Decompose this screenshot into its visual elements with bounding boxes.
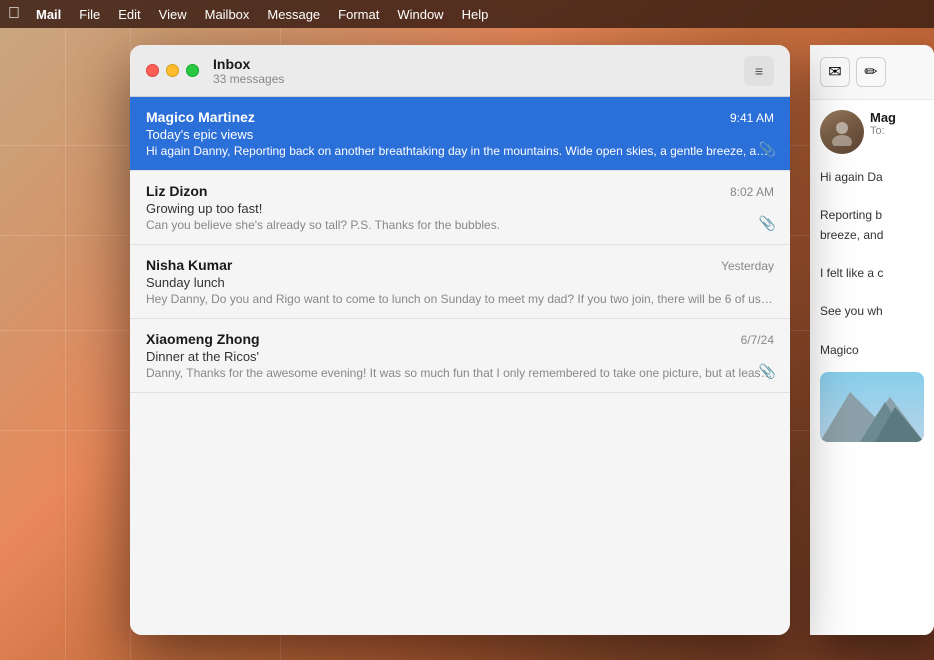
mail-window: Inbox 33 messages ≡ Magico Martinez 9:41…: [130, 45, 790, 635]
email-subject-1: Today's epic views: [146, 127, 774, 142]
email-header-3: Nisha Kumar Yesterday: [146, 257, 774, 273]
apple-menu-icon[interactable]: : [8, 5, 20, 23]
avatar-image: [828, 118, 856, 146]
window-subtitle: 33 messages: [213, 72, 744, 86]
email-subject-4: Dinner at the Ricos': [146, 349, 774, 364]
message-image: [820, 372, 924, 442]
maximize-button[interactable]: [186, 64, 199, 77]
menubar-item-help[interactable]: Help: [454, 5, 497, 24]
email-item-3[interactable]: Nisha Kumar Yesterday Sunday lunch Hey D…: [130, 245, 790, 319]
avatar: [820, 110, 864, 154]
email-sender-4: Xiaomeng Zhong: [146, 331, 260, 347]
message-meta: Mag To:: [870, 110, 896, 137]
menubar:  Mail File Edit View Mailbox Message Fo…: [0, 0, 934, 28]
menubar-item-mail[interactable]: Mail: [28, 5, 69, 24]
message-to: To:: [870, 125, 896, 137]
new-message-icon[interactable]: ✉: [820, 57, 850, 87]
email-preview-3: Hey Danny, Do you and Rigo want to come …: [146, 292, 774, 306]
minimize-button[interactable]: [166, 64, 179, 77]
message-line-2: Reporting bbreeze, and: [820, 206, 924, 244]
email-preview-4: Danny, Thanks for the awesome evening! I…: [146, 366, 774, 380]
email-sender-3: Nisha Kumar: [146, 257, 232, 273]
message-body: Hi again Da Reporting bbreeze, and I fel…: [810, 160, 934, 368]
titlebar: Inbox 33 messages ≡: [130, 45, 790, 97]
filter-icon: ≡: [755, 63, 763, 79]
email-time-4: 6/7/24: [741, 333, 774, 347]
email-item-4[interactable]: Xiaomeng Zhong 6/7/24 Dinner at the Rico…: [130, 319, 790, 393]
menubar-item-window[interactable]: Window: [389, 5, 451, 24]
email-sender-2: Liz Dizon: [146, 183, 207, 199]
email-subject-3: Sunday lunch: [146, 275, 774, 290]
message-line-3: I felt like a c: [820, 264, 924, 283]
email-list[interactable]: Magico Martinez 9:41 AM Today's epic vie…: [130, 97, 790, 635]
email-header-2: Liz Dizon 8:02 AM: [146, 183, 774, 199]
message-line-1: Hi again Da: [820, 168, 924, 187]
message-toolbar: ✉ ✏: [810, 45, 934, 100]
email-time-3: Yesterday: [721, 259, 774, 273]
window-title: Inbox: [213, 56, 744, 72]
attachment-icon-1: 📎: [759, 141, 776, 158]
menubar-item-view[interactable]: View: [151, 5, 195, 24]
close-button[interactable]: [146, 64, 159, 77]
email-item-1[interactable]: Magico Martinez 9:41 AM Today's epic vie…: [130, 97, 790, 171]
email-preview-1: Hi again Danny, Reporting back on anothe…: [146, 144, 774, 158]
menubar-item-file[interactable]: File: [71, 5, 108, 24]
email-time-1: 9:41 AM: [730, 111, 774, 125]
titlebar-info: Inbox 33 messages: [213, 56, 744, 86]
email-preview-2: Can you believe she's already so tall? P…: [146, 218, 774, 232]
email-time-2: 8:02 AM: [730, 185, 774, 199]
email-item-2[interactable]: Liz Dizon 8:02 AM Growing up too fast! C…: [130, 171, 790, 245]
message-sender-name: Mag: [870, 110, 896, 125]
email-subject-2: Growing up too fast!: [146, 201, 774, 216]
menubar-item-mailbox[interactable]: Mailbox: [197, 5, 258, 24]
email-sender-1: Magico Martinez: [146, 109, 255, 125]
email-header-4: Xiaomeng Zhong 6/7/24: [146, 331, 774, 347]
menubar-item-format[interactable]: Format: [330, 5, 387, 24]
filter-button[interactable]: ≡: [744, 56, 774, 86]
message-line-5: Magico: [820, 341, 924, 360]
attachment-icon-2: 📎: [759, 215, 776, 232]
menubar-items: Mail File Edit View Mailbox Message Form…: [28, 5, 496, 24]
message-line-4: See you wh: [820, 302, 924, 321]
compose-icon[interactable]: ✏: [856, 57, 886, 87]
traffic-lights: [146, 64, 199, 77]
titlebar-actions: ≡: [744, 56, 774, 86]
email-header-1: Magico Martinez 9:41 AM: [146, 109, 774, 125]
menubar-item-edit[interactable]: Edit: [110, 5, 148, 24]
menubar-item-message[interactable]: Message: [259, 5, 328, 24]
message-sender-header: Mag To:: [810, 100, 934, 160]
message-preview-panel: ✉ ✏ Mag To: Hi again Da Reporting bbreez…: [810, 45, 934, 635]
mountain-image: [820, 372, 924, 442]
attachment-icon-4: 📎: [759, 363, 776, 380]
